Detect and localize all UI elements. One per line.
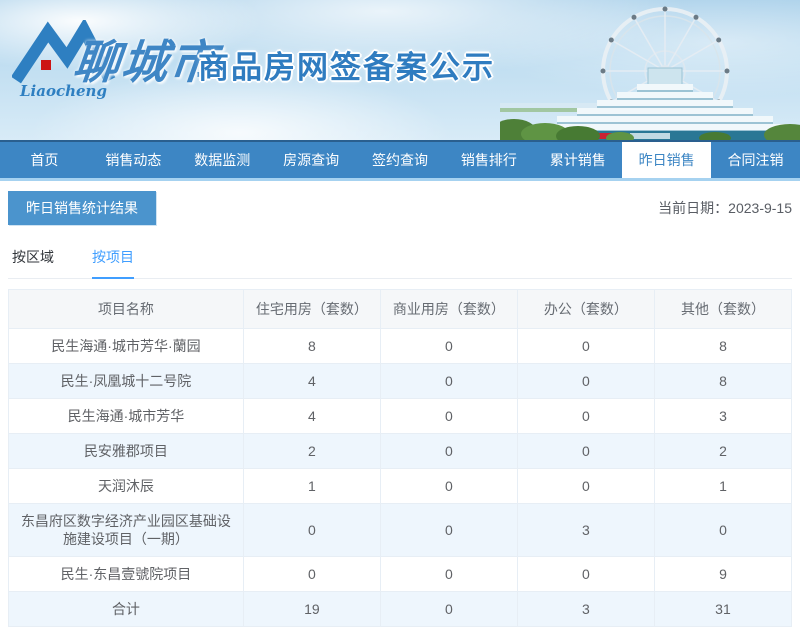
count-cell: 9 <box>653 556 793 592</box>
column-header-office: 办公（套数） <box>516 289 655 329</box>
count-cell: 8 <box>653 328 793 364</box>
count-cell: 0 <box>653 503 793 557</box>
count-cell: 4 <box>242 398 381 434</box>
tab-by-project[interactable]: 按项目 <box>92 247 134 279</box>
count-cell: 0 <box>379 398 518 434</box>
nav-divider <box>0 178 800 181</box>
count-cell: 0 <box>516 433 655 469</box>
project-name-cell: 东昌府区数字经济产业园区基础设施建设项目（一期） <box>8 503 244 557</box>
nav-item-contract-cancellation[interactable]: 合同注销 <box>711 142 800 178</box>
project-name-cell: 民生·东昌壹號院项目 <box>8 556 244 592</box>
count-cell: 0 <box>516 328 655 364</box>
current-date-value: 2023-9-15 <box>728 200 792 216</box>
table-total-row: 合计 19 0 3 31 <box>8 591 793 627</box>
count-cell: 0 <box>516 398 655 434</box>
project-name-cell: 民安雅郡项目 <box>8 433 244 469</box>
count-cell: 0 <box>379 468 518 504</box>
count-cell: 2 <box>242 433 381 469</box>
nav-item-sales-ranking[interactable]: 销售排行 <box>444 142 533 178</box>
count-cell: 19 <box>242 591 381 627</box>
section-title-badge: 昨日销售统计结果 <box>8 191 156 225</box>
count-cell: 0 <box>379 328 518 364</box>
nav-item-sales-activity[interactable]: 销售动态 <box>89 142 178 178</box>
count-cell: 0 <box>379 591 518 627</box>
column-header-other: 其他（套数） <box>653 289 793 329</box>
count-cell: 2 <box>653 433 793 469</box>
tab-by-region[interactable]: 按区域 <box>12 247 54 278</box>
count-cell: 8 <box>242 328 381 364</box>
site-header: Liaocheng 聊城市 商品房网签备案公示 <box>0 0 800 140</box>
main-nav: 首页 销售动态 数据监测 房源查询 签约查询 销售排行 累计销售 昨日销售 合同… <box>0 140 800 178</box>
count-cell: 3 <box>516 503 655 557</box>
nav-item-home[interactable]: 首页 <box>0 142 89 178</box>
nav-item-listing-search[interactable]: 房源查询 <box>267 142 356 178</box>
count-cell: 0 <box>379 556 518 592</box>
ferris-wheel-photo <box>500 6 800 140</box>
banner-title: 商品房网签备案公示 <box>198 50 495 85</box>
nav-item-yesterday-sales[interactable]: 昨日销售 <box>622 142 712 178</box>
column-header-residential: 住宅用房（套数） <box>242 289 381 329</box>
table-row: 东昌府区数字经济产业园区基础设施建设项目（一期） 0 0 3 0 <box>8 503 793 557</box>
total-label-cell: 合计 <box>8 591 244 627</box>
main-content: 昨日销售统计结果 当前日期：2023-9-15 按区域 按项目 项目名称 住宅用… <box>0 191 800 627</box>
count-cell: 0 <box>379 433 518 469</box>
count-cell: 4 <box>242 363 381 399</box>
count-cell: 1 <box>653 468 793 504</box>
count-cell: 0 <box>379 503 518 557</box>
nav-item-cumulative-sales[interactable]: 累计销售 <box>533 142 622 178</box>
count-cell: 0 <box>516 363 655 399</box>
yesterday-sales-table: 项目名称 住宅用房（套数） 商业用房（套数） 办公（套数） 其他（套数） 民生海… <box>8 289 793 627</box>
count-cell: 3 <box>516 591 655 627</box>
count-cell: 1 <box>242 468 381 504</box>
project-name-cell: 民生海通·城市芳华 <box>8 398 244 434</box>
nav-item-data-monitor[interactable]: 数据监测 <box>178 142 267 178</box>
view-tabs: 按区域 按项目 <box>8 247 792 279</box>
count-cell: 0 <box>516 468 655 504</box>
project-name-cell: 天润沐辰 <box>8 468 244 504</box>
count-cell: 3 <box>653 398 793 434</box>
current-date: 当前日期：2023-9-15 <box>658 198 792 218</box>
count-cell: 0 <box>516 556 655 592</box>
nav-item-signing-search[interactable]: 签约查询 <box>356 142 445 178</box>
project-name-cell: 民生海通·城市芳华·蘭园 <box>8 328 244 364</box>
table-header-row: 项目名称 住宅用房（套数） 商业用房（套数） 办公（套数） 其他（套数） <box>8 289 793 329</box>
column-header-commercial: 商业用房（套数） <box>379 289 518 329</box>
project-name-cell: 民生·凤凰城十二号院 <box>8 363 244 399</box>
count-cell: 0 <box>242 556 381 592</box>
count-cell: 31 <box>653 591 793 627</box>
table-row: 民生海通·城市芳华 4 0 0 3 <box>8 398 793 434</box>
column-header-project: 项目名称 <box>8 289 244 329</box>
table-row: 民生海通·城市芳华·蘭园 8 0 0 8 <box>8 328 793 364</box>
table-row: 民生·东昌壹號院项目 0 0 0 9 <box>8 556 793 592</box>
table-row: 民生·凤凰城十二号院 4 0 0 8 <box>8 363 793 399</box>
count-cell: 8 <box>653 363 793 399</box>
current-date-label: 当前日期： <box>658 200 729 216</box>
count-cell: 0 <box>379 363 518 399</box>
table-row: 天润沐辰 1 0 0 1 <box>8 468 793 504</box>
count-cell: 0 <box>242 503 381 557</box>
table-row: 民安雅郡项目 2 0 0 2 <box>8 433 793 469</box>
